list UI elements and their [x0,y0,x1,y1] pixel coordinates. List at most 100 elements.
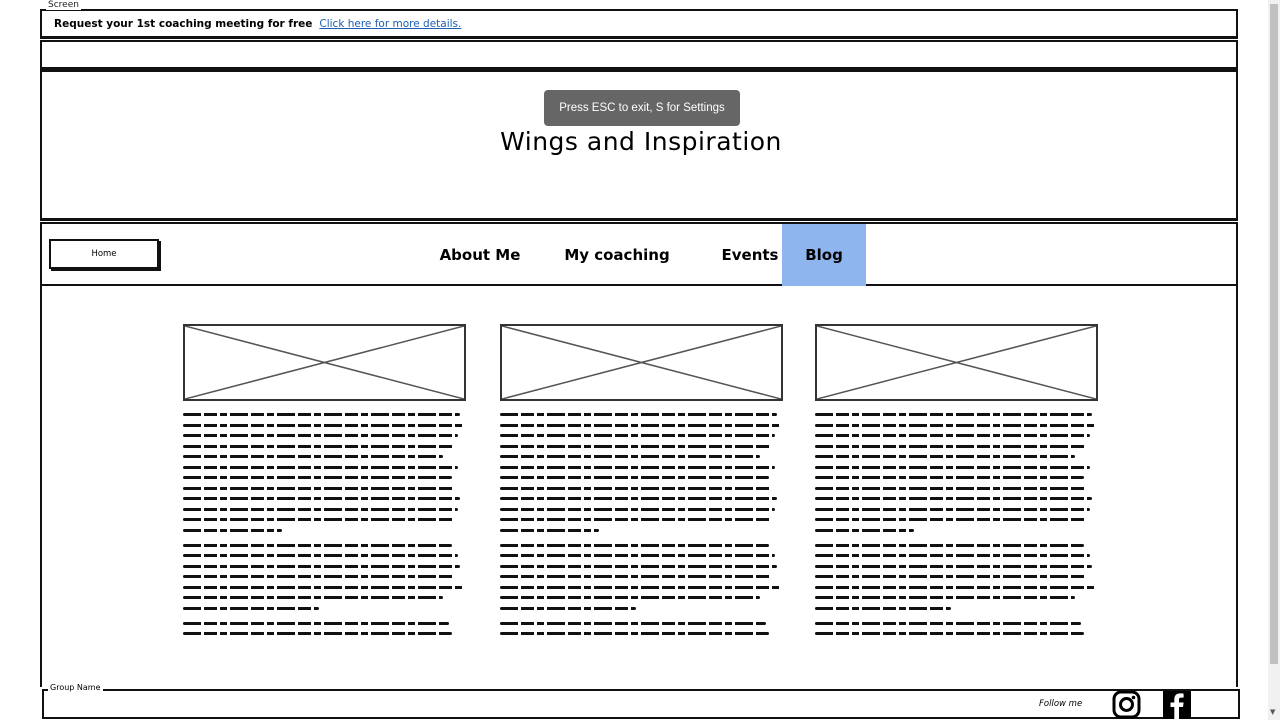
scribble-line [500,413,778,416]
instagram-icon[interactable] [1112,690,1142,723]
scribble-line [183,507,458,511]
scribble-line [500,606,636,610]
scribble-line [500,632,769,635]
fullscreen-toast: Press ESC to exit, S for Settings [544,90,740,126]
scribble-line [183,423,464,427]
scribble-line [183,444,455,448]
header-strip [40,40,1238,70]
placeholder-paragraph [500,543,783,610]
scribble-line [815,518,1087,521]
scribble-line [500,507,775,511]
scribble-line [183,465,458,469]
scribble-line [815,575,1087,578]
placeholder-paragraph [815,543,1098,610]
promo-details-link[interactable]: Click here for more details. [319,18,461,30]
scribble-line [815,497,1093,500]
scribble-line [183,455,444,458]
scribble-line [815,621,1082,625]
nav-my-coaching[interactable]: My coaching [562,224,672,286]
scribble-line [815,455,1076,458]
placeholder-paragraph [183,543,466,610]
footer: Follow me [42,689,1240,719]
group-label: Group Name [48,683,103,692]
follow-label: Follow me [1039,699,1083,709]
scribble-line [815,507,1090,511]
scribble-line [183,528,283,532]
scribble-line [815,564,1093,568]
scribble-line [500,528,600,532]
blog-card[interactable] [815,324,1098,643]
scribble-line [500,444,772,448]
blog-card[interactable] [500,324,783,643]
scribble-line [500,621,767,625]
scribble-line [815,606,951,610]
scribble-line [500,575,772,578]
placeholder-paragraph [500,413,783,532]
scribble-line [815,423,1096,427]
nav-about-me[interactable]: About Me [430,224,530,286]
scribble-line [183,497,461,500]
scribble-line [815,476,1084,479]
placeholder-paragraph [815,621,1098,635]
placeholder-paragraph [183,621,466,635]
nav-bar: Home About Me My coaching Events Blog [40,222,1238,286]
scribble-line [183,632,452,635]
scribble-line [183,476,452,479]
site-title: Wings and Inspiration [500,127,782,156]
scrollbar[interactable]: ▼ [1268,0,1280,720]
scribble-line [815,434,1090,437]
blog-content [40,285,1238,687]
scribble-line [500,497,778,500]
scribble-line [183,621,450,625]
facebook-icon[interactable] [1163,691,1191,723]
nav-blog[interactable]: Blog [782,224,866,286]
scribble-line [815,554,1090,557]
scribble-line [815,543,1084,547]
promo-text: Request your 1st coaching meeting for fr… [54,17,313,30]
scribble-line [500,423,781,427]
scribble-line [500,564,778,568]
scribble-line [183,543,452,547]
placeholder-paragraph [183,413,466,532]
site-header: Wings and Inspiration Press ESC to exit,… [40,70,1238,221]
promo-banner: Request your 1st coaching meeting for fr… [40,9,1238,39]
scribble-line [815,413,1093,416]
scribble-line [815,585,1096,589]
toast-text: Press ESC to exit, S for Settings [559,102,725,114]
scribble-line [183,596,444,599]
scribble-line [500,518,772,521]
scribble-line [500,585,781,589]
scribble-line [183,518,455,521]
scribble-line [183,575,455,578]
scribble-line [500,596,761,599]
scribble-line [500,543,769,547]
blog-card[interactable] [183,324,466,643]
scribble-line [183,434,458,437]
scribble-line [815,528,915,532]
scribble-line [183,585,464,589]
placeholder-paragraph [500,621,783,635]
scribble-line [500,554,775,557]
scribble-line [815,632,1084,635]
scribble-line [500,476,769,479]
scribble-line [500,486,772,490]
image-placeholder [500,324,783,401]
home-button[interactable]: Home [49,239,159,269]
nav-events[interactable]: Events [714,224,786,286]
scribble-line [183,554,458,557]
scribble-line [815,465,1090,469]
image-placeholder [183,324,466,401]
scribble-line [183,486,455,490]
scribble-line [500,465,775,469]
scroll-down-arrow-icon[interactable]: ▼ [1270,708,1275,716]
scribble-line [815,596,1076,599]
scribble-line [183,606,319,610]
scribble-line [815,444,1087,448]
scribble-line [815,486,1087,490]
scribble-line [183,564,461,568]
placeholder-paragraph [815,413,1098,532]
scrollbar-thumb[interactable] [1270,4,1278,664]
scribble-line [183,413,461,416]
image-placeholder [815,324,1098,401]
screen-label: Screen [46,0,81,10]
